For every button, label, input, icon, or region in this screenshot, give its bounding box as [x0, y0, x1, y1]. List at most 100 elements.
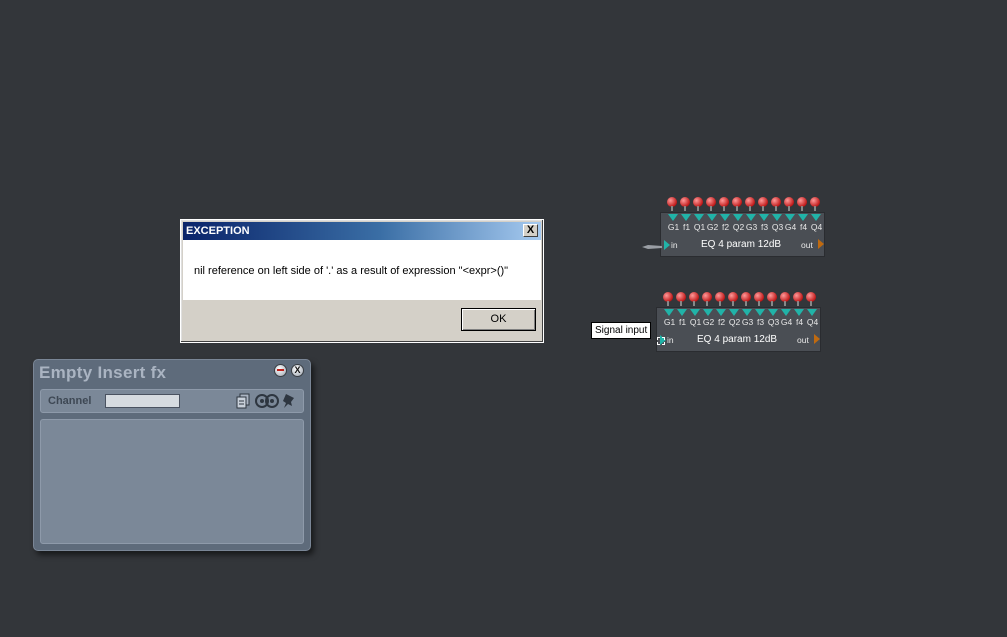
param-knob[interactable]	[793, 292, 803, 306]
param-input-arrow[interactable]	[677, 309, 687, 316]
ok-button[interactable]: OK	[461, 308, 536, 331]
dialog-title: EXCEPTION	[186, 225, 250, 237]
param-input-arrow[interactable]	[781, 309, 791, 316]
eq-module-2[interactable]: G1 f1 Q1 G2 f2 Q2 G3 f3 Q3 G4 f4 Q4 in EQ 4 param 1…	[656, 292, 821, 352]
insert-fx-panel: Empty Insert fx X Channel	[33, 359, 311, 551]
eq-module-panel[interactable]: G1 f1 Q1 G2 f2 Q2 G3 f3 Q3 G4 f4 Q4 in EQ 4 param 1…	[656, 307, 821, 352]
param-knob[interactable]	[767, 292, 777, 306]
param-knob[interactable]	[741, 292, 751, 306]
param-label: f4	[799, 222, 808, 232]
out-label: out	[797, 335, 809, 345]
param-label: f3	[756, 317, 765, 327]
param-label: f2	[717, 317, 726, 327]
link-icon[interactable]	[254, 393, 280, 409]
param-input-arrow[interactable]	[720, 214, 730, 221]
param-knob[interactable]	[745, 197, 755, 211]
param-label: f2	[721, 222, 730, 232]
minimize-button[interactable]	[274, 364, 287, 377]
param-input-arrow[interactable]	[716, 309, 726, 316]
param-input-arrow[interactable]	[759, 214, 769, 221]
param-knob[interactable]	[667, 197, 677, 211]
param-knob[interactable]	[680, 197, 690, 211]
param-label: Q3	[771, 222, 784, 232]
param-label: f1	[682, 222, 691, 232]
param-knob[interactable]	[780, 292, 790, 306]
param-knob[interactable]	[676, 292, 686, 306]
signal-input-port[interactable]	[664, 240, 670, 250]
param-knob[interactable]	[758, 197, 768, 211]
param-knob[interactable]	[689, 292, 699, 306]
param-input-arrow[interactable]	[772, 214, 782, 221]
param-input-arrow[interactable]	[694, 214, 704, 221]
param-label: G1	[663, 317, 676, 327]
eq-knob-row	[661, 292, 821, 308]
param-knob[interactable]	[706, 197, 716, 211]
param-input-arrow[interactable]	[755, 309, 765, 316]
dialog-message: nil reference on left side of '.' as a r…	[194, 265, 509, 277]
param-knob[interactable]	[702, 292, 712, 306]
insert-content-area[interactable]	[40, 419, 304, 544]
param-label: Q2	[728, 317, 741, 327]
signal-input-tooltip: Signal input	[591, 322, 652, 339]
out-label: out	[801, 240, 813, 250]
param-input-arrow[interactable]	[707, 214, 717, 221]
param-knob[interactable]	[806, 292, 816, 306]
param-knob[interactable]	[771, 197, 781, 211]
param-input-arrow[interactable]	[729, 309, 739, 316]
pin-icon[interactable]	[282, 393, 296, 409]
dialog-titlebar[interactable]: EXCEPTION X	[183, 222, 541, 240]
param-input-arrow[interactable]	[690, 309, 700, 316]
param-label: Q2	[732, 222, 745, 232]
param-input-arrow[interactable]	[703, 309, 713, 316]
param-input-arrow[interactable]	[733, 214, 743, 221]
param-label: Q4	[810, 222, 823, 232]
param-input-arrow[interactable]	[798, 214, 808, 221]
param-knob[interactable]	[719, 197, 729, 211]
eq-module-1[interactable]: G1 f1 Q1 G2 f2 Q2 G3 f3 Q3 G4 f4 Q4 in EQ 4 param 1…	[660, 197, 825, 257]
param-label: G3	[745, 222, 758, 232]
eq-knob-row	[665, 197, 825, 213]
param-label: G4	[780, 317, 793, 327]
copy-icon[interactable]	[236, 393, 250, 409]
param-input-arrow[interactable]	[668, 214, 678, 221]
in-label: in	[671, 240, 678, 250]
param-label: G2	[706, 222, 719, 232]
signal-output-port[interactable]	[818, 239, 824, 249]
cable-icon[interactable]	[642, 244, 662, 250]
param-input-arrow[interactable]	[794, 309, 804, 316]
param-label: G1	[667, 222, 680, 232]
param-input-arrow[interactable]	[811, 214, 821, 221]
param-knob[interactable]	[728, 292, 738, 306]
param-label: G4	[784, 222, 797, 232]
eq-module-panel[interactable]: G1 f1 Q1 G2 f2 Q2 G3 f3 Q3 G4 f4 Q4 in EQ 4 param 1…	[660, 212, 825, 257]
param-knob[interactable]	[715, 292, 725, 306]
param-input-arrow[interactable]	[807, 309, 817, 316]
param-input-arrow[interactable]	[742, 309, 752, 316]
param-input-arrow[interactable]	[746, 214, 756, 221]
insert-close-button[interactable]: X	[291, 364, 304, 377]
param-label: f4	[795, 317, 804, 327]
dialog-close-button[interactable]: X	[523, 224, 538, 237]
param-knob[interactable]	[663, 292, 673, 306]
param-knob[interactable]	[732, 197, 742, 211]
param-knob[interactable]	[810, 197, 820, 211]
param-label: Q1	[689, 317, 702, 327]
param-input-arrow[interactable]	[664, 309, 674, 316]
hover-focus-indicator	[657, 337, 665, 345]
param-label: Q4	[806, 317, 819, 327]
param-knob[interactable]	[693, 197, 703, 211]
channel-label: Channel	[48, 395, 92, 407]
param-label: G3	[741, 317, 754, 327]
param-input-arrow[interactable]	[768, 309, 778, 316]
param-label: f3	[760, 222, 769, 232]
param-label: f1	[678, 317, 687, 327]
param-knob[interactable]	[797, 197, 807, 211]
channel-input[interactable]	[105, 394, 180, 408]
param-knob[interactable]	[754, 292, 764, 306]
param-knob[interactable]	[784, 197, 794, 211]
param-input-arrow[interactable]	[785, 214, 795, 221]
signal-output-port[interactable]	[814, 334, 820, 344]
param-input-arrow[interactable]	[681, 214, 691, 221]
dialog-body: nil reference on left side of '.' as a r…	[183, 240, 541, 300]
insert-panel-title: Empty Insert fx	[39, 363, 167, 382]
